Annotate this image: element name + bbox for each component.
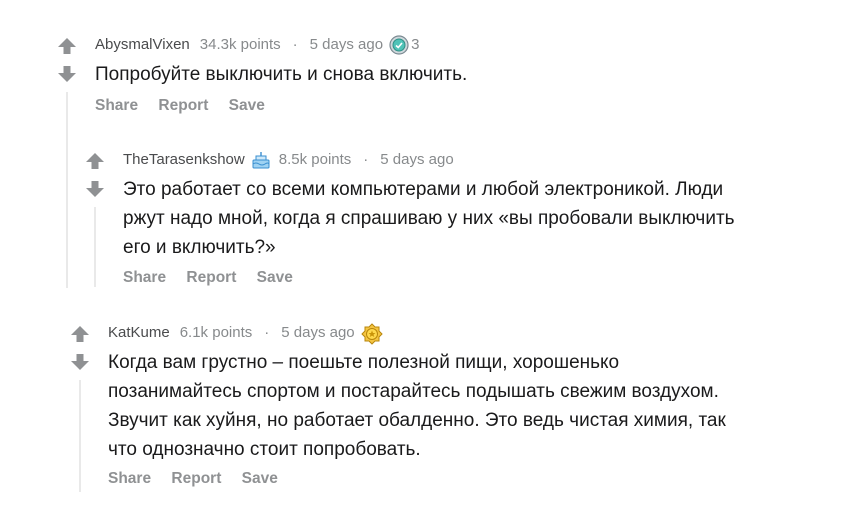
comment-katkume: KatKume 6.1k points · 5 days ago Когда в… bbox=[0, 0, 850, 517]
share-button[interactable]: Share bbox=[108, 470, 151, 487]
points: 6.1k points bbox=[179, 324, 253, 341]
vote-column bbox=[70, 324, 90, 372]
report-button[interactable]: Report bbox=[171, 470, 221, 487]
gold-award-icon[interactable] bbox=[360, 323, 383, 345]
downvote-arrow-icon[interactable] bbox=[70, 352, 90, 372]
separator: · bbox=[264, 324, 270, 341]
author-name[interactable]: KatKume bbox=[108, 323, 170, 343]
comment-body: Когда вам грустно – поешьте полезной пищ… bbox=[108, 348, 818, 464]
comment-actions: Share Report Save bbox=[108, 470, 294, 488]
upvote-arrow-icon[interactable] bbox=[70, 324, 90, 344]
comment-text-line: что однозначно стоит попробовать. bbox=[108, 439, 421, 460]
save-button[interactable]: Save bbox=[242, 470, 278, 487]
comment-text-line: Звучит как хуйня, но работает обалденно.… bbox=[108, 410, 726, 431]
comment-text-line: позанимайтесь спортом и постарайтесь под… bbox=[108, 381, 719, 402]
comment-meta: KatKume 6.1k points · 5 days ago bbox=[108, 323, 383, 345]
comment-text-line: Когда вам грустно – поешьте полезной пищ… bbox=[108, 352, 620, 373]
thread-line[interactable] bbox=[79, 380, 81, 492]
timestamp[interactable]: 5 days ago bbox=[281, 323, 354, 343]
